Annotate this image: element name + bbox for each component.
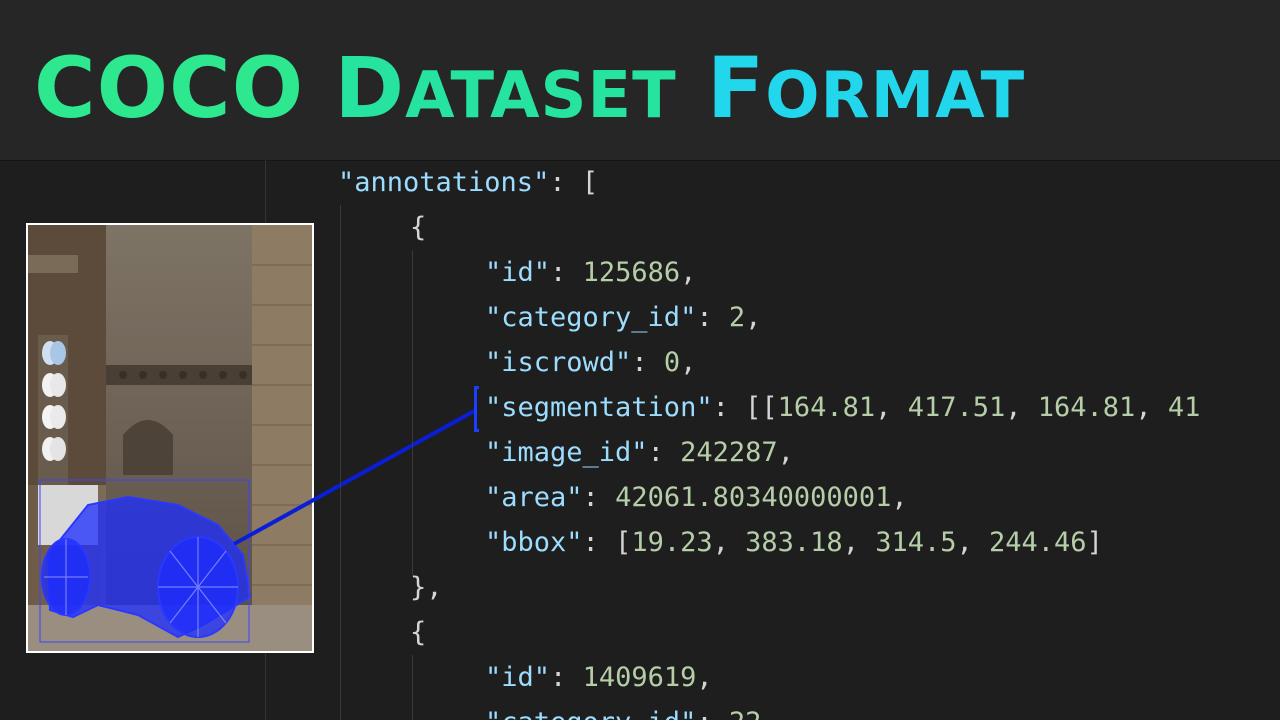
title-banner: COCO DATASET FORMAT	[0, 0, 1280, 161]
code-line-image-id: "image_id": 242287,	[485, 437, 794, 468]
annotation-id-value: 125686	[582, 257, 681, 288]
code-line-id: "id": 125686,	[485, 257, 697, 288]
segmentation-key: "segmentation"	[485, 392, 713, 423]
title-word-format: FORMAT	[706, 39, 1026, 137]
title-word-dataset: DATASET	[334, 39, 677, 137]
code-line-iscrowd: "iscrowd": 0,	[485, 347, 697, 378]
code-line-id-2: "id": 1409619,	[485, 662, 713, 693]
code-line-category-id-2: "category_id": 22	[485, 700, 761, 720]
annotations-key: "annotations"	[338, 167, 550, 198]
segmentation-highlight-bracket	[474, 386, 479, 432]
json-code-view: "annotations": [ { "id": 125686, "catego…	[0, 160, 1280, 720]
code-line-close-brace: },	[410, 572, 443, 603]
indent-guide	[340, 205, 341, 720]
code-line-open-brace-2: {	[410, 617, 427, 648]
code-line-category-id: "category_id": 2,	[485, 302, 762, 333]
title-word-coco: COCO	[34, 39, 305, 137]
indent-guide	[412, 655, 413, 720]
code-line-segmentation: "segmentation": [[164.81, 417.51, 164.81…	[485, 392, 1201, 423]
code-line-annotations: "annotations": [	[338, 167, 599, 198]
code-line-open-brace: {	[410, 212, 427, 243]
indent-guide	[412, 250, 413, 575]
code-line-area: "area": 42061.80340000001,	[485, 482, 908, 513]
code-line-bbox: "bbox": [19.23, 383.18, 314.5, 244.46]	[485, 527, 1103, 558]
page-title: COCO DATASET FORMAT	[34, 38, 1025, 146]
